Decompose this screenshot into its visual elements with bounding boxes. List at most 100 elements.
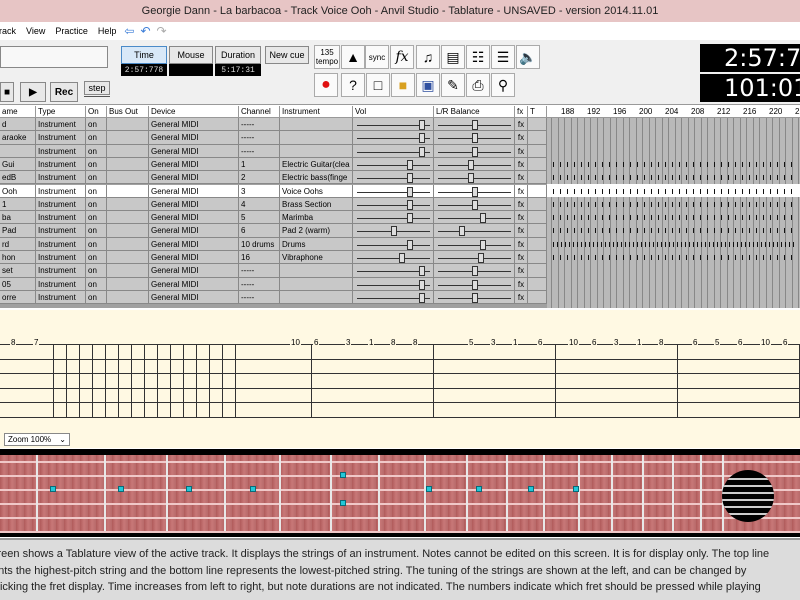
track-instrument-cell[interactable] [280, 131, 353, 145]
slider-knob[interactable] [418, 133, 425, 144]
t-cell[interactable] [528, 157, 547, 172]
effects-icon[interactable]: fx [390, 45, 414, 69]
slider-knob[interactable] [468, 173, 475, 184]
track-type-cell[interactable]: Instrument [36, 171, 86, 185]
help-icon[interactable]: ? [341, 73, 365, 97]
slider-knob[interactable] [418, 146, 425, 157]
track-type-cell[interactable]: Instrument [36, 144, 86, 158]
bus-out-cell[interactable] [107, 290, 149, 305]
volume-slider[interactable] [353, 224, 434, 238]
speaker-icon[interactable]: 🔈 [516, 45, 540, 69]
track-channel-cell[interactable]: 5 [239, 211, 280, 225]
track-instrument-cell[interactable]: Marimba [280, 211, 353, 225]
track-channel-cell[interactable]: ----- [239, 264, 280, 278]
slider-knob[interactable] [471, 266, 478, 277]
track-on-cell[interactable]: on [86, 237, 107, 251]
volume-slider[interactable] [353, 197, 434, 212]
col-bus-out[interactable]: Bus Out [107, 106, 149, 118]
slider-knob[interactable] [418, 292, 425, 303]
col-t[interactable]: T [528, 106, 547, 118]
track-on-cell[interactable]: on [86, 224, 107, 238]
play-button[interactable]: ▶ [20, 82, 46, 102]
volume-slider[interactable] [353, 184, 434, 198]
col-instrument[interactable]: Instrument [280, 106, 353, 118]
track-on-cell[interactable]: on [86, 211, 107, 225]
track-name-cell[interactable] [0, 144, 36, 158]
volume-slider[interactable] [353, 251, 434, 265]
track-device-cell[interactable]: General MIDI [149, 211, 239, 225]
step-slider[interactable] [84, 96, 110, 102]
track-fx-cell[interactable]: fx [515, 171, 528, 185]
print-icon[interactable]: ⎙ [466, 73, 490, 97]
track-fx-cell[interactable]: fx [515, 290, 528, 305]
slider-knob[interactable] [398, 253, 405, 263]
track-name-cell[interactable]: hon [0, 251, 36, 265]
slider-knob[interactable] [407, 199, 414, 210]
track-instrument-cell[interactable] [280, 118, 353, 132]
track-device-cell[interactable]: General MIDI [149, 224, 239, 238]
bus-out-cell[interactable] [107, 211, 149, 225]
track-channel-cell[interactable]: 1 [239, 157, 280, 172]
track-name-cell[interactable]: set [0, 264, 36, 278]
t-cell[interactable] [528, 237, 547, 251]
track-fx-cell[interactable]: fx [515, 144, 528, 158]
track-name-cell[interactable]: Ooh [0, 184, 36, 198]
step-button[interactable]: step [84, 81, 110, 95]
guitar-icon[interactable]: ♫ [416, 45, 440, 69]
track-type-cell[interactable]: Instrument [36, 277, 86, 291]
t-cell[interactable] [528, 118, 547, 132]
stop-button[interactable]: ■ [0, 82, 14, 102]
new-cue-button[interactable]: New cue [265, 46, 309, 64]
track-instrument-cell[interactable]: Pad 2 (warm) [280, 224, 353, 238]
track-fx-cell[interactable]: fx [515, 157, 528, 172]
back-arrow-icon[interactable]: ⇦ [121, 24, 137, 38]
slider-knob[interactable] [471, 292, 478, 303]
balance-slider[interactable] [434, 251, 515, 265]
timeline-area[interactable] [547, 118, 800, 308]
track-device-cell[interactable]: General MIDI [149, 197, 239, 212]
track-instrument-cell[interactable] [280, 277, 353, 291]
track-name-cell[interactable]: orre [0, 290, 36, 305]
col-vol[interactable]: Vol [353, 106, 434, 118]
balance-slider[interactable] [434, 144, 515, 158]
balance-slider[interactable] [434, 237, 515, 251]
track-type-cell[interactable]: Instrument [36, 237, 86, 251]
track-instrument-cell[interactable]: Electric bass(finge [280, 171, 353, 185]
bus-out-cell[interactable] [107, 144, 149, 158]
track-on-cell[interactable]: on [86, 277, 107, 291]
col-device[interactable]: Device [149, 106, 239, 118]
track-device-cell[interactable]: General MIDI [149, 144, 239, 158]
volume-slider[interactable] [353, 118, 434, 132]
track-fx-cell[interactable]: fx [515, 237, 528, 251]
track-channel-cell[interactable]: ----- [239, 290, 280, 305]
track-fx-cell[interactable]: fx [515, 224, 528, 238]
undo-icon[interactable]: ↶ [137, 24, 153, 38]
duration-button[interactable]: Duration [215, 46, 261, 64]
track-fx-cell[interactable]: fx [515, 184, 528, 198]
zoom-magnifier-icon[interactable]: ⚲ [491, 73, 515, 97]
position-slider-box[interactable] [0, 46, 108, 68]
slider-knob[interactable] [407, 173, 414, 184]
bus-out-cell[interactable] [107, 251, 149, 265]
slider-knob[interactable] [471, 146, 478, 157]
redo-icon[interactable]: ↷ [154, 24, 170, 38]
track-instrument-cell[interactable] [280, 290, 353, 305]
volume-slider[interactable] [353, 144, 434, 158]
bus-out-cell[interactable] [107, 184, 149, 198]
slider-knob[interactable] [479, 239, 486, 250]
balance-slider[interactable] [434, 197, 515, 212]
bus-out-cell[interactable] [107, 171, 149, 185]
bus-out-cell[interactable] [107, 224, 149, 238]
track-instrument-cell[interactable]: Drums [280, 237, 353, 251]
balance-slider[interactable] [434, 224, 515, 238]
track-device-cell[interactable]: General MIDI [149, 118, 239, 132]
t-cell[interactable] [528, 251, 547, 265]
sync-icon[interactable]: sync [365, 45, 389, 69]
track-instrument-cell[interactable]: Electric Guitar(clea [280, 157, 353, 172]
col-type[interactable]: Type [36, 106, 86, 118]
track-instrument-cell[interactable] [280, 264, 353, 278]
balance-slider[interactable] [434, 290, 515, 305]
slider-knob[interactable] [407, 186, 414, 197]
new-file-icon[interactable]: □ [366, 73, 390, 97]
balance-slider[interactable] [434, 264, 515, 278]
